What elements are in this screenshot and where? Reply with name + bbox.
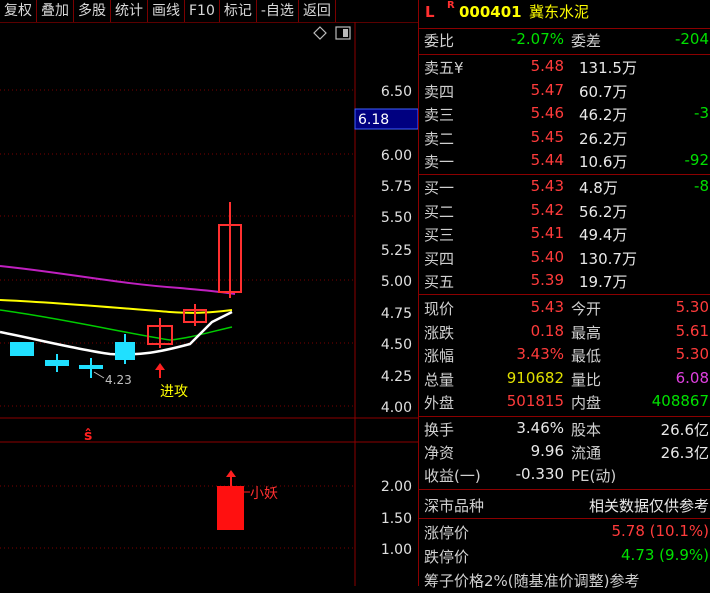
quote-panel: L R 000401 冀东水泥 委比 -2.07% 委差 -204 卖五¥ 5.4… [418,0,710,590]
price-tick: 5.50 [381,210,412,226]
ask-row: 卖五¥ 5.48 131.5万 [424,57,637,77]
fund-row: 收益(一) -0.330 PE(动) [424,465,617,485]
price-tick: 4.00 [381,400,412,416]
toolbar: 复权 叠加 多股 统计 画线 F10 标记 -自选 返回 [0,0,418,23]
price-tick: 5.75 [381,179,412,195]
stock-code: 000401 [459,3,522,21]
candle [218,202,242,298]
diamond-icon[interactable] [313,26,327,40]
volume-tick: 1.50 [381,511,412,527]
volume-bar [217,470,244,530]
weibi-row: 委比 -2.07% 委差 -204 [424,30,709,50]
bid-row: 买三 5.41 49.4万 [424,224,628,244]
bid-row: 买四 5.40 130.7万 [424,247,637,268]
stock-name: 冀东水泥 [529,3,590,21]
price-tick: 4.50 [381,337,412,353]
fund-row: 净资 9.96 流通 26.3亿 [424,442,709,462]
kline-chart[interactable]: 4.23 进攻 ŝ 6.50 6.00 5.75 5.50 5.25 5.00 … [0,22,419,586]
market-row: 深市品种 相关数据仅供参考 [424,497,709,515]
candle [183,304,207,326]
fund-row: 换手 3.46% 股本 26.6亿 [424,419,709,439]
stat-row: 涨幅 3.43% 最低 5.30 [424,345,709,365]
limit-row: 跌停价 4.73 (9.9%) [424,545,709,566]
price-tick: 4.75 [381,306,412,322]
panel-toggle-icon[interactable] [335,26,351,40]
low-price-marker: 4.23 [105,373,132,387]
toolbar-button[interactable]: 标记 [220,0,257,22]
price-tick: 6.00 [381,148,412,164]
bid-row: 买五 5.39 19.7万 [424,271,628,291]
stat-row: 总量 910682 量比 6.08 [424,368,709,389]
bid-row: 买二 5.42 56.2万 [424,200,628,221]
signal-arrow-icon [155,363,165,378]
candle [45,354,69,372]
toolbar-button[interactable]: 叠加 [37,0,74,22]
candle [115,334,135,364]
stock-header: L R 000401 冀东水泥 [419,0,710,24]
candle [10,342,34,356]
footer-row: 筹子价格2%(随基准价调整)参考 [424,572,640,590]
stat-row: 现价 5.43 今开 5.30 [424,298,709,318]
toolbar-button[interactable]: 画线 [148,0,185,22]
ask-row: 卖三 5.46 46.2万 -3 [424,104,709,124]
flag-r: R [447,0,455,11]
ask-row: 卖四 5.47 60.7万 [424,80,628,101]
ask-row: 卖二 5.45 26.2万 [424,127,628,148]
current-price-label: 6.18 [358,112,389,128]
ask-row: 卖一 5.44 10.6万 -92 [424,151,709,171]
candle [147,318,173,348]
stat-row: 外盘 501815 内盘 408867 [424,392,709,412]
price-tick: 6.50 [381,84,412,100]
ma-line-purple [0,265,236,295]
s-marker: ŝ [84,428,92,444]
flag-l: L [425,3,435,21]
signal-label: 进攻 [160,384,188,400]
stat-row: 涨跌 0.18 最高 5.61 [424,321,709,342]
price-tick: 5.00 [381,274,412,290]
volume-label: 小妖 [250,486,278,502]
toolbar-button[interactable]: 复权 [0,0,37,22]
toolbar-button[interactable]: 多股 [74,0,111,22]
toolbar-button[interactable]: -自选 [257,0,299,22]
toolbar-button[interactable]: 返回 [299,0,336,22]
volume-tick: 2.00 [381,479,412,495]
volume-tick: 1.00 [381,542,412,558]
toolbar-button[interactable]: 统计 [111,0,148,22]
price-tick: 5.25 [381,243,412,259]
toolbar-button[interactable]: F10 [185,0,220,22]
bid-row: 买一 5.43 4.8万 -8 [424,177,709,197]
price-tick: 4.25 [381,369,412,385]
limit-row: 涨停价 5.78 (10.1%) [424,522,709,542]
